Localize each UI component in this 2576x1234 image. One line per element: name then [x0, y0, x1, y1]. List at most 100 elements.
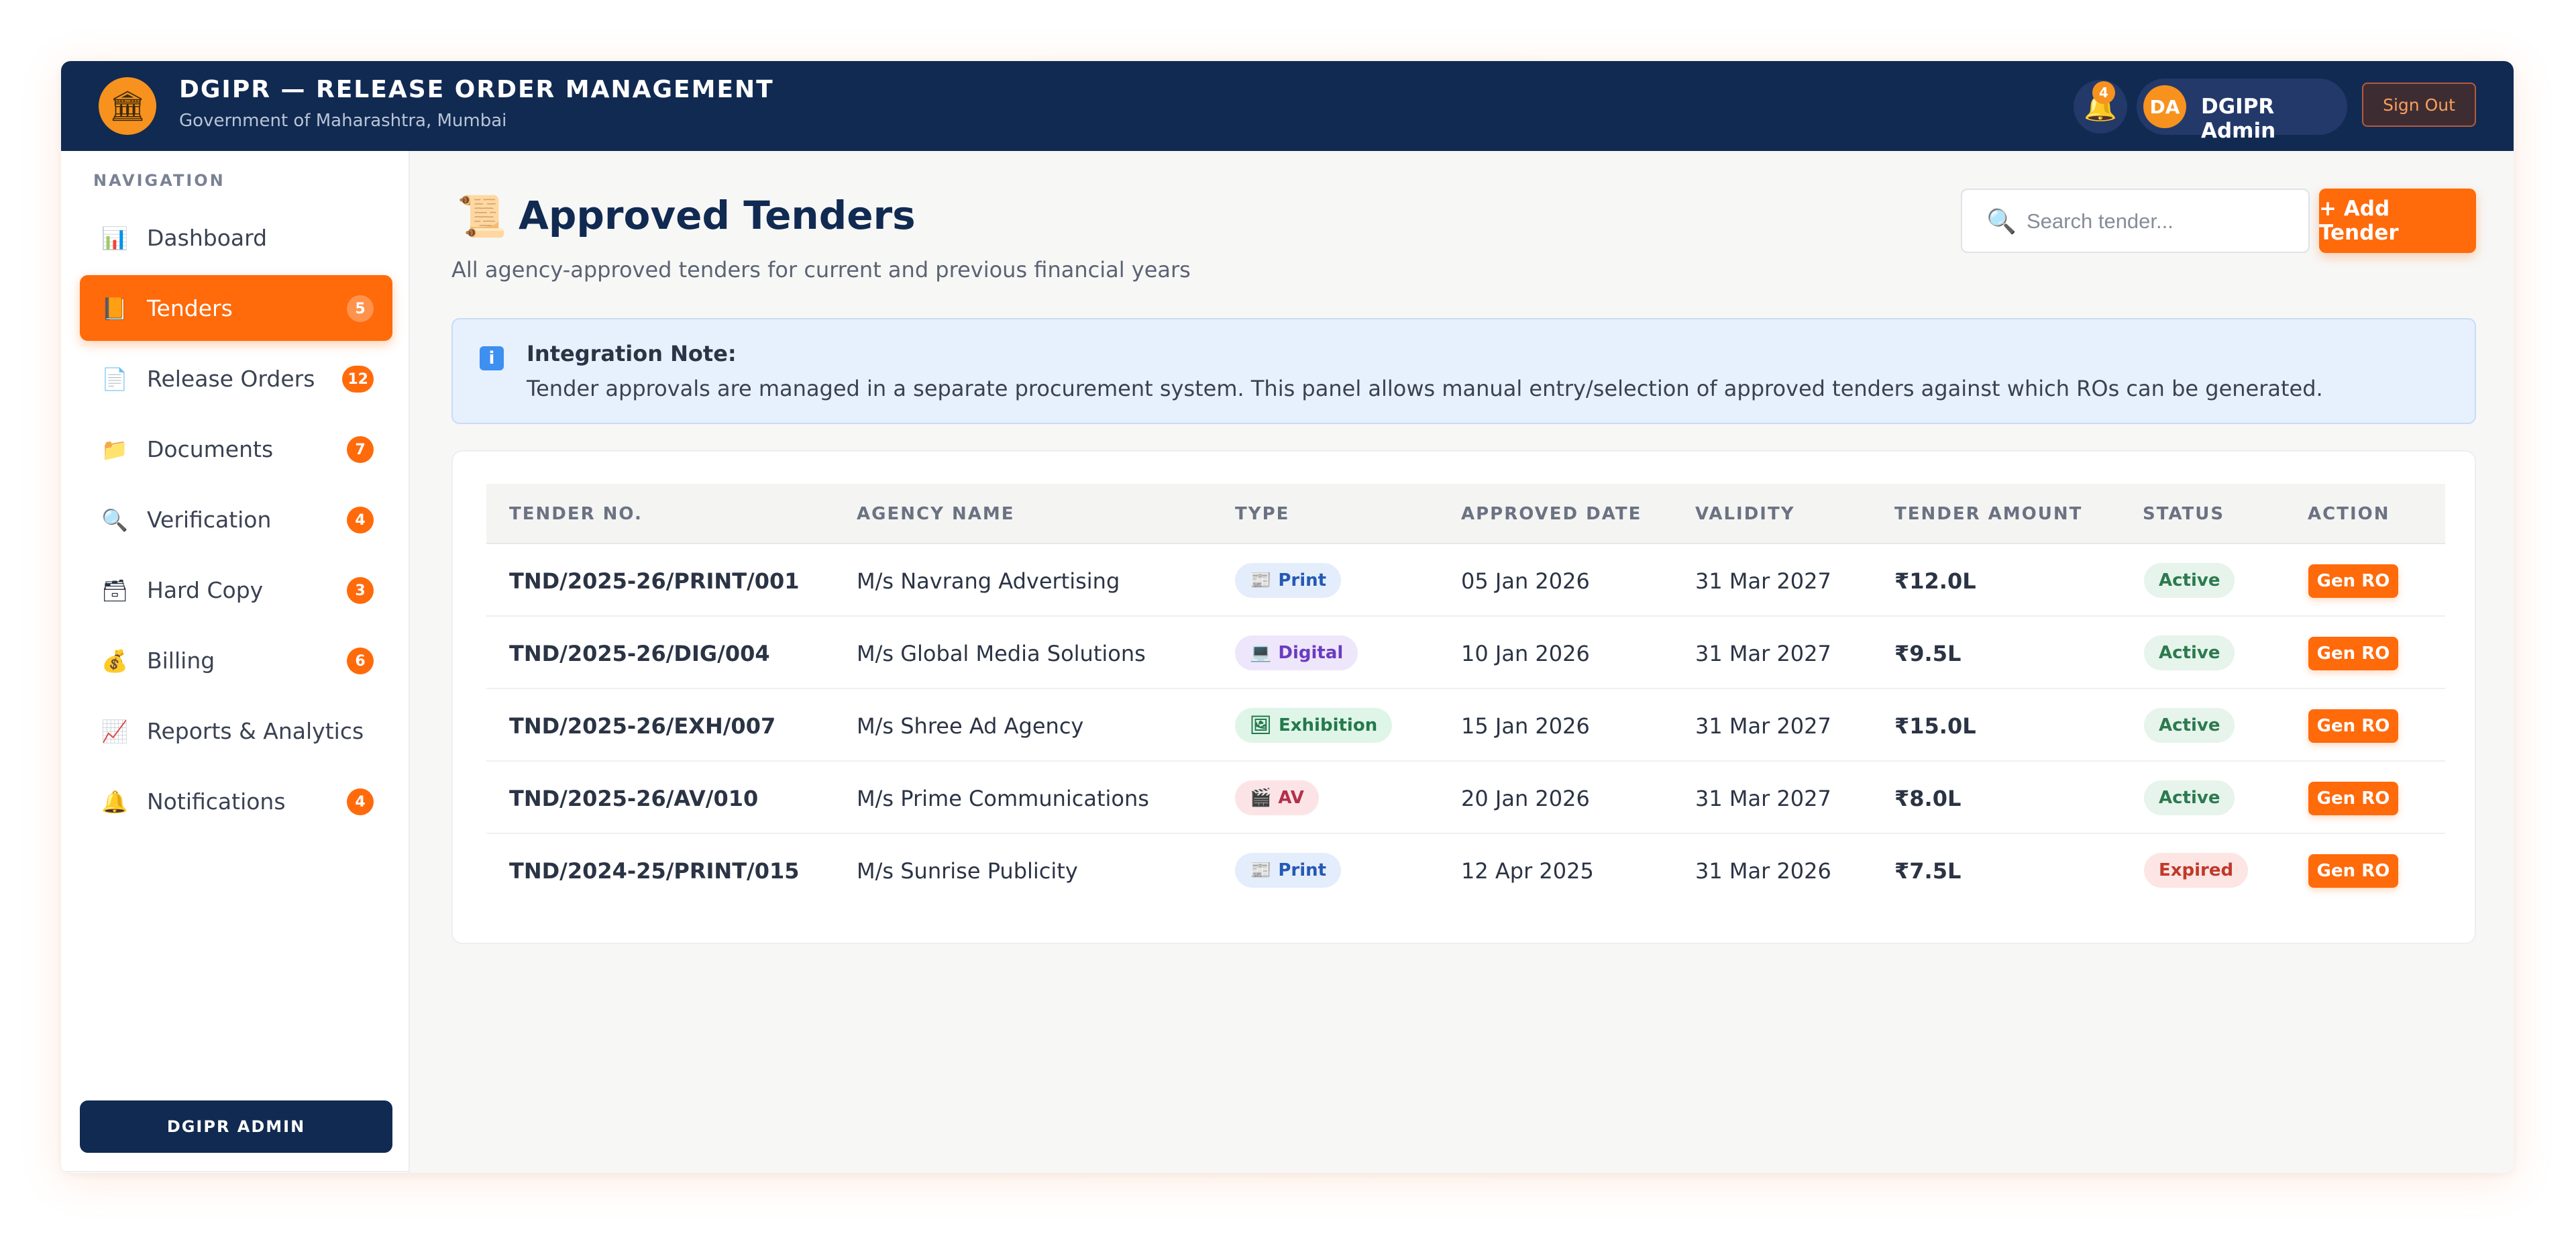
column-header: STATUS [2143, 504, 2225, 524]
sidebar-item-label: Billing [147, 648, 215, 674]
sidebar-item-count-badge: 4 [347, 788, 374, 815]
table-header: TENDER NO. AGENCY NAME TYPE APPROVED DAT… [486, 484, 2445, 544]
sidebar-item-dashboard[interactable]: 📊 Dashboard [80, 205, 392, 270]
money-bag-icon: 💰 [101, 648, 128, 674]
column-header: TENDER AMOUNT [1894, 504, 2083, 524]
search-input[interactable] [2027, 203, 2295, 240]
approved-date: 05 Jan 2026 [1461, 568, 1590, 594]
tender-number: TND/2025-26/EXH/007 [509, 713, 776, 739]
type-pill: 🎬 AV [1235, 780, 1319, 815]
approved-date: 12 Apr 2025 [1461, 858, 1594, 884]
column-header: TENDER NO. [509, 504, 643, 524]
table-row: TND/2025-26/EXH/007 M/s Shree Ad Agency … [486, 689, 2445, 762]
newspaper-icon: 📰 [1250, 570, 1272, 590]
tender-book-icon: 📙 [101, 296, 128, 321]
page-title: Approved Tenders [519, 193, 916, 238]
note-title: Integration Note: [527, 341, 737, 366]
sidebar-item-count-badge: 5 [347, 295, 374, 322]
document-icon: 📄 [101, 366, 128, 392]
agency-name: M/s Sunrise Publicity [857, 858, 1078, 884]
search-box[interactable]: 🔍 [1961, 189, 2310, 253]
top-header: 🏛 DGIPR — RELEASE ORDER MANAGEMENT Gover… [61, 61, 2514, 151]
integration-note: i Integration Note: Tender approvals are… [451, 318, 2476, 424]
user-menu[interactable]: DA DGIPR Admin [2137, 79, 2347, 143]
type-pill: 💻 Digital [1235, 635, 1358, 670]
sidebar-item-documents[interactable]: 📁 Documents 7 [80, 416, 392, 482]
tenders-table: TENDER NO. AGENCY NAME TYPE APPROVED DAT… [451, 450, 2476, 944]
column-header: APPROVED DATE [1461, 504, 1642, 524]
column-header: ACTION [2308, 504, 2390, 524]
page-subtitle: All agency-approved tenders for current … [451, 257, 1191, 282]
tender-amount: ₹7.5L [1894, 858, 1962, 884]
add-tender-button[interactable]: + Add Tender [2319, 189, 2476, 253]
table-row: TND/2025-26/AV/010 M/s Prime Communicati… [486, 762, 2445, 834]
sidebar-item-reports-analytics[interactable]: 📈 Reports & Analytics [80, 698, 392, 764]
sign-out-button[interactable]: Sign Out [2362, 83, 2476, 127]
status-badge: Expired [2144, 853, 2249, 888]
table-row: TND/2025-26/PRINT/001 M/s Navrang Advert… [486, 544, 2445, 617]
sidebar-item-label: Hard Copy [147, 577, 264, 603]
gen-ro-button[interactable]: Gen RO [2308, 709, 2398, 743]
tender-number: TND/2025-26/DIG/004 [509, 641, 770, 666]
user-name: DGIPR Admin [2201, 95, 2276, 143]
newspaper-icon: 📰 [1250, 860, 1272, 880]
picture-frame-icon: 🖼 [1250, 715, 1273, 735]
sidebar-item-count-badge: 6 [347, 648, 374, 674]
folder-icon: 📁 [101, 437, 128, 462]
agency-name: M/s Prime Communications [857, 786, 1149, 811]
agency-name: M/s Global Media Solutions [857, 641, 1146, 666]
sidebar-item-label: Release Orders [147, 366, 315, 392]
agency-name: M/s Navrang Advertising [857, 568, 1120, 594]
search-icon: 🔍 [1986, 208, 2017, 236]
type-pill: 🖼 Exhibition [1235, 708, 1393, 743]
sidebar-item-release-orders[interactable]: 📄 Release Orders 12 [80, 346, 392, 411]
agency-name: M/s Shree Ad Agency [857, 713, 1084, 739]
column-header: TYPE [1235, 504, 1290, 524]
validity-date: 31 Mar 2027 [1695, 568, 1831, 594]
type-label: Digital [1278, 643, 1344, 663]
sidebar-item-verification[interactable]: 🔍 Verification 4 [80, 486, 392, 552]
nav-heading: NAVIGATION [93, 171, 225, 190]
sidebar-item-count-badge: 7 [347, 436, 374, 463]
magnifier-icon: 🔍 [101, 507, 128, 533]
sidebar-item-hard-copy[interactable]: 🗃 Hard Copy 3 [80, 557, 392, 623]
table-row: TND/2024-25/PRINT/015 M/s Sunrise Public… [486, 834, 2445, 907]
government-building-icon: 🏛 [99, 77, 156, 135]
gen-ro-button[interactable]: Gen RO [2308, 782, 2398, 815]
approved-date: 15 Jan 2026 [1461, 713, 1590, 739]
sidebar: NAVIGATION 📊 Dashboard 📙 Tenders 5 📄 Rel… [61, 151, 410, 1173]
column-header: AGENCY NAME [857, 504, 1015, 524]
type-label: AV [1278, 788, 1304, 808]
sidebar-item-label: Documents [147, 436, 274, 462]
sidebar-item-billing[interactable]: 💰 Billing 6 [80, 627, 392, 693]
sidebar-item-label: Dashboard [147, 225, 268, 251]
admin-role-button[interactable]: DGIPR ADMIN [80, 1100, 392, 1153]
scroll-icon: 📜 [457, 193, 507, 240]
status-badge: Active [2144, 708, 2235, 743]
validity-date: 31 Mar 2027 [1695, 786, 1831, 811]
type-label: Print [1278, 570, 1327, 590]
status-badge: Active [2144, 780, 2235, 815]
sidebar-item-tenders[interactable]: 📙 Tenders 5 [80, 275, 392, 341]
file-box-icon: 🗃 [101, 578, 129, 603]
status-badge: Active [2144, 635, 2235, 670]
sidebar-divider [61, 1171, 410, 1172]
app-title: DGIPR — RELEASE ORDER MANAGEMENT [179, 76, 774, 103]
validity-date: 31 Mar 2026 [1695, 858, 1831, 884]
gen-ro-button[interactable]: Gen RO [2308, 637, 2398, 670]
tender-number: TND/2024-25/PRINT/015 [509, 858, 800, 884]
status-badge: Active [2144, 563, 2235, 598]
sidebar-item-label: Notifications [147, 788, 286, 815]
sidebar-item-notifications[interactable]: 🔔 Notifications 4 [80, 768, 392, 834]
approved-date: 20 Jan 2026 [1461, 786, 1590, 811]
sidebar-item-count-badge: 12 [342, 366, 374, 393]
bell-icon: 🔔 [101, 789, 128, 815]
app-window: 🏛 DGIPR — RELEASE ORDER MANAGEMENT Gover… [61, 61, 2514, 1173]
gen-ro-button[interactable]: Gen RO [2308, 564, 2398, 598]
avatar: DA [2143, 85, 2186, 128]
notification-count-badge: 4 [2092, 81, 2115, 104]
laptop-icon: 💻 [1250, 643, 1272, 663]
validity-date: 31 Mar 2027 [1695, 713, 1831, 739]
gen-ro-button[interactable]: Gen RO [2308, 854, 2398, 888]
tender-amount: ₹12.0L [1894, 568, 1976, 594]
